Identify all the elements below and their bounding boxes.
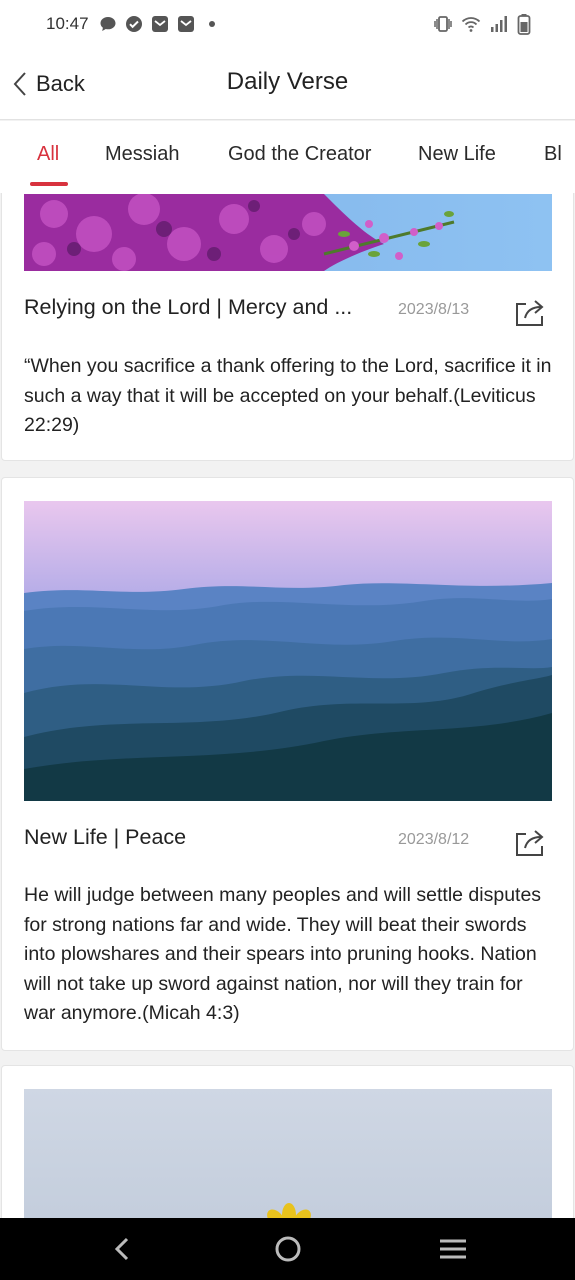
page-title: Daily Verse bbox=[226, 68, 349, 95]
verse-card[interactable]: New Life | Peace 2023/8/12 He will judge… bbox=[1, 477, 574, 1051]
verse-feed[interactable]: Relying on the Lord | Mercy and ... 2023… bbox=[0, 193, 575, 1218]
card-image-flowers[interactable] bbox=[24, 194, 552, 271]
tab-all[interactable]: All bbox=[37, 143, 59, 166]
status-time: 10:47 bbox=[46, 14, 89, 33]
system-nav-bar bbox=[0, 1218, 575, 1280]
tab-god-the-creator[interactable]: God the Creator bbox=[228, 143, 371, 166]
signal-icon bbox=[491, 16, 507, 32]
card-image-mountains[interactable] bbox=[24, 501, 552, 801]
app-header: Back Daily Verse bbox=[0, 48, 575, 120]
active-tab-indicator bbox=[30, 182, 68, 186]
tab-messiah[interactable]: Messiah bbox=[105, 143, 179, 166]
misty-mountains-image bbox=[24, 501, 552, 801]
app-screen: 10:47 Back Daily Verse All Messiah God t… bbox=[0, 0, 575, 1280]
notification-icons bbox=[99, 15, 221, 33]
mail-icon bbox=[177, 16, 194, 32]
status-bar: 10:47 bbox=[0, 0, 575, 48]
mail-icon bbox=[151, 16, 168, 32]
share-icon[interactable] bbox=[514, 298, 546, 328]
card-date: 2023/8/12 bbox=[398, 831, 470, 848]
share-icon[interactable] bbox=[514, 828, 546, 858]
card-date: 2023/8/13 bbox=[398, 301, 470, 318]
wifi-icon bbox=[461, 17, 481, 32]
card-title: Relying on the Lord | Mercy and ... bbox=[24, 295, 353, 319]
tab-partial[interactable]: Bl bbox=[544, 143, 562, 166]
dot-icon bbox=[208, 21, 215, 27]
system-status-icons bbox=[433, 13, 531, 35]
chat-bubble-icon bbox=[100, 17, 116, 31]
category-tabs: All Messiah God the Creator New Life Bl bbox=[0, 121, 575, 193]
purple-flowers-image bbox=[24, 194, 552, 271]
nav-menu-icon[interactable] bbox=[436, 1234, 470, 1264]
card-image-sky[interactable] bbox=[24, 1089, 552, 1218]
tab-new-life[interactable]: New Life bbox=[418, 143, 496, 166]
verse-card[interactable]: Relying on the Lord | Mercy and ... 2023… bbox=[1, 193, 574, 461]
nav-home-icon[interactable] bbox=[271, 1234, 305, 1264]
nav-back-icon[interactable] bbox=[105, 1234, 139, 1264]
verse-text: “When you sacrifice a thank offering to … bbox=[24, 355, 552, 436]
vibrate-icon bbox=[434, 16, 452, 32]
pale-sky-image bbox=[24, 1089, 552, 1218]
card-title: New Life | Peace bbox=[24, 825, 187, 849]
battery-icon bbox=[517, 14, 531, 35]
verse-card[interactable] bbox=[1, 1065, 574, 1218]
verse-text: He will judge between many peoples and w… bbox=[24, 884, 542, 1024]
check-circle-icon bbox=[125, 16, 142, 32]
